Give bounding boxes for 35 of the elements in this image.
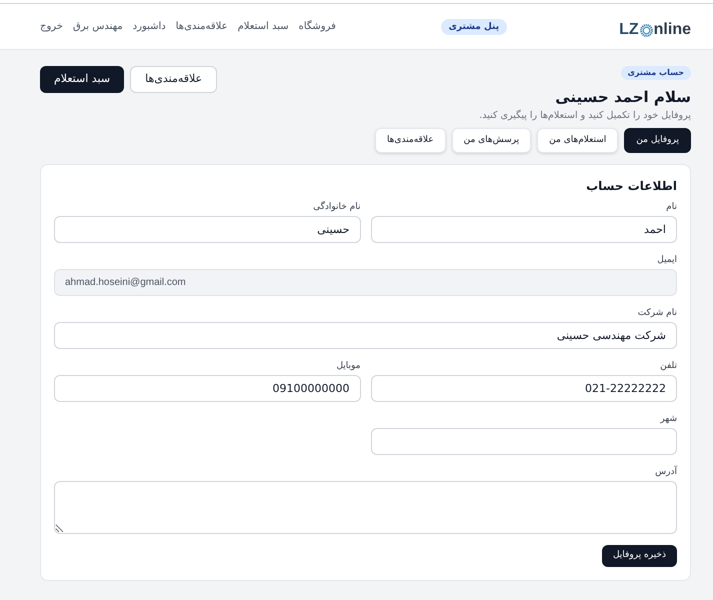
page-subtitle: پروفایل خود را تکمیل کنید و استعلام‌ها را پیگیری کنید.: [479, 109, 691, 123]
section-title: اطلاعات حساب: [585, 178, 677, 194]
nav-link[interactable]: سبد استعلام: [238, 20, 289, 34]
tab[interactable]: علاقه‌مندی‌ها: [374, 128, 446, 153]
field-label: آدرس: [655, 466, 677, 478]
save-button[interactable]: ذخیره پروفایل: [602, 545, 677, 567]
tab[interactable]: پرسش‌های من: [452, 128, 532, 153]
nav-link[interactable]: علاقه‌مندی‌ها: [176, 20, 228, 34]
panel-badge: پنل مشتری: [440, 18, 508, 34]
field-label: موبایل: [336, 360, 360, 372]
nav-link[interactable]: فروشگاه: [298, 20, 336, 34]
outline-button[interactable]: علاقه‌مندی‌ها: [130, 66, 218, 93]
field-label: شهر: [660, 413, 677, 425]
text-input[interactable]: شرکت مهندسی حسینی: [54, 322, 677, 349]
tab[interactable]: استعلام‌های من: [537, 128, 618, 153]
field-label: نام خانوادگی: [313, 201, 360, 213]
logo-link[interactable]: LZ nline: [619, 22, 691, 38]
field-label: نام شرکت: [638, 307, 677, 319]
text-input[interactable]: 021-22222222: [370, 375, 677, 402]
gear-icon: [640, 24, 653, 36]
nav-link[interactable]: مهندس برق: [72, 20, 123, 34]
text-input[interactable]: [370, 428, 677, 455]
field-label: نام: [666, 201, 677, 213]
text-input[interactable]: حسینی: [54, 216, 360, 243]
nav-link[interactable]: داشبورد: [132, 20, 166, 34]
text-input[interactable]: احمد: [370, 216, 677, 243]
nav-link[interactable]: خروج: [40, 20, 63, 34]
primary-button[interactable]: سبد استعلام: [40, 66, 124, 93]
page-title: سلام احمد حسینی: [555, 87, 691, 107]
tab[interactable]: پروفایل من: [624, 128, 691, 153]
account-badge: حساب مشتری: [620, 66, 691, 80]
textarea-field[interactable]: [54, 481, 677, 534]
field-label: تلفن: [660, 360, 677, 372]
field-label: ایمیل: [657, 254, 677, 266]
text-input[interactable]: 09100000000: [54, 375, 360, 402]
